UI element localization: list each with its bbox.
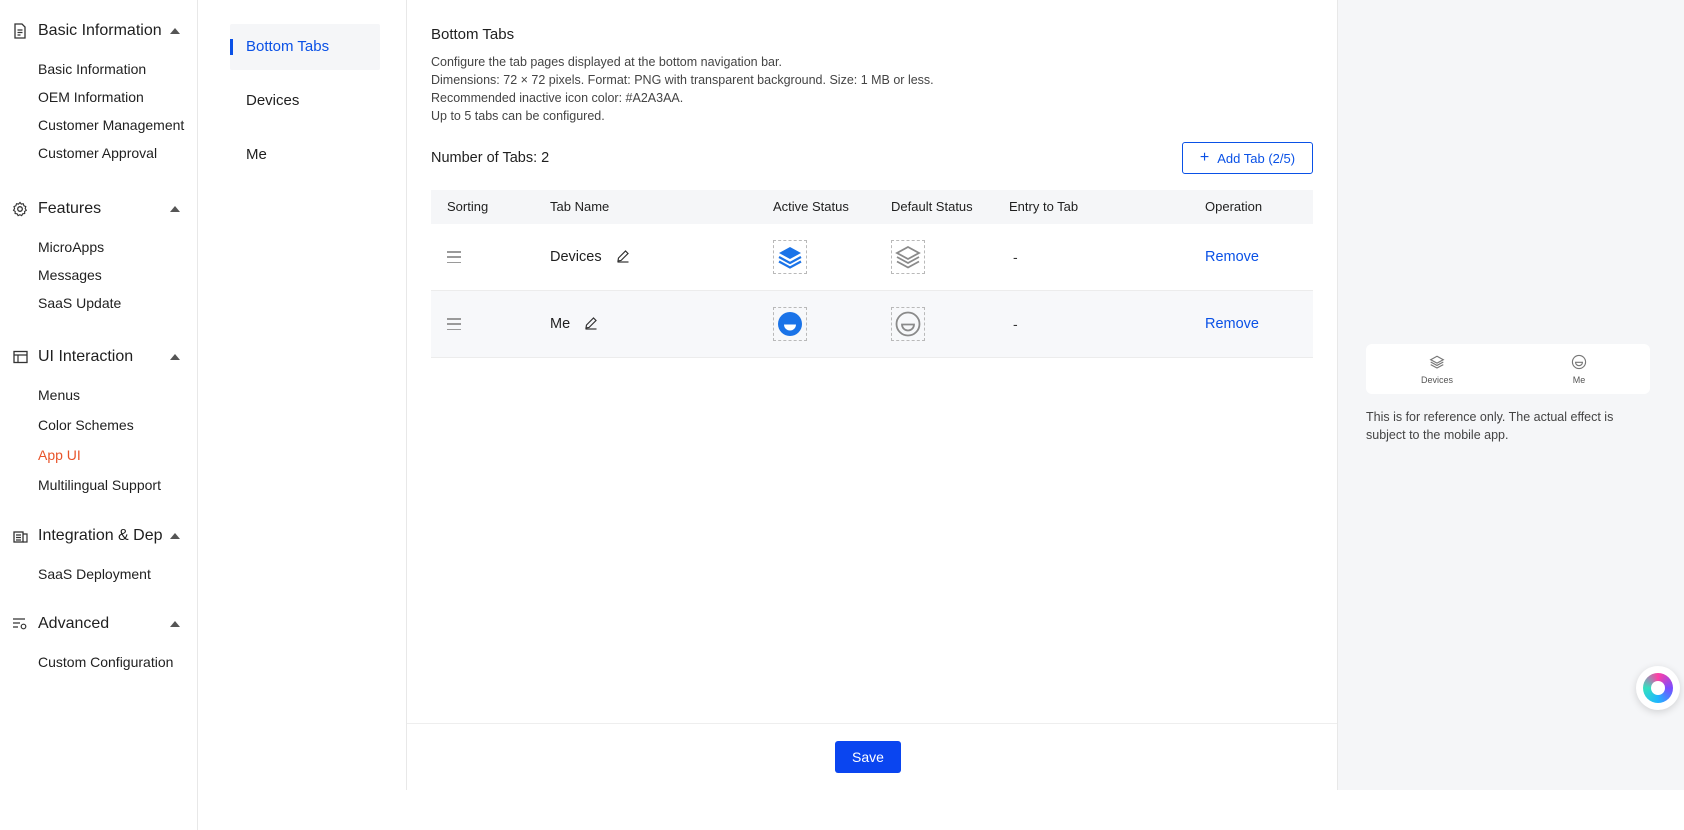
nav-item-color-schemes[interactable]: Color Schemes [38,415,134,435]
phone-tab-bar-preview: Devices Me [1366,344,1650,394]
entry-to-tab-cell: - [1013,224,1018,290]
nav-item-app-ui[interactable]: App UI [38,445,81,465]
sub-item-bottom-tabs[interactable]: Bottom Tabs [230,24,380,70]
nav-item-custom-configuration[interactable]: Custom Configuration [38,652,173,672]
nav-item-basic-information[interactable]: Basic Information [38,59,146,79]
column-header-sorting: Sorting [447,199,489,214]
description-line: Configure the tab pages displayed at the… [431,55,782,69]
column-header-operation: Operation [1205,199,1263,214]
entry-value: - [1013,316,1018,332]
sub-item-me[interactable]: Me [230,132,380,178]
tabs-table: Sorting Tab Name Active Status Default S… [431,190,1313,358]
add-tab-label: Add Tab (2/5) [1217,150,1296,166]
caret-up-icon [170,533,180,539]
column-header-active-status: Active Status [773,199,849,214]
preview-tab-label: Devices [1420,374,1453,385]
nav-group-basic-information[interactable]: Basic Information [12,19,180,43]
settings-list-icon [12,616,28,632]
entry-to-tab-cell: - [1013,291,1018,357]
table-row: Devices - Remove [431,224,1313,291]
preview-tab-label: Me [1572,374,1586,385]
nav-item-saas-update[interactable]: SaaS Update [38,293,121,313]
add-tab-button[interactable]: + Add Tab (2/5) [1182,142,1313,174]
caret-up-icon [170,354,180,360]
entry-value: - [1013,249,1018,265]
nav-item-microapps[interactable]: MicroApps [38,237,104,257]
sub-nav: Bottom Tabs Devices Me [198,0,406,830]
window-icon [12,349,28,365]
description-line: Up to 5 tabs can be configured. [431,109,605,123]
remove-button[interactable]: Remove [1205,316,1259,332]
tab-name: Devices [550,249,602,265]
nav-group-label: Basic Information [38,22,162,39]
document-icon [12,23,28,39]
smile-icon[interactable] [773,307,807,341]
remove-button[interactable]: Remove [1205,249,1259,265]
nav-group-label: Features [38,200,102,217]
preview-note: This is for reference only. The actual e… [1366,410,1614,442]
nav-item-menus[interactable]: Menus [38,385,80,405]
operation-cell: Remove [1205,291,1259,357]
drag-handle-icon[interactable] [447,224,461,290]
column-header-entry-to-tab: Entry to Tab [1009,199,1079,214]
nav-group-integration-deployment[interactable]: Integration & Dep... [12,524,180,548]
page-title: Bottom Tabs [431,26,515,43]
nav-group-label: UI Interaction [38,348,134,365]
caret-up-icon [170,206,180,212]
nav-item-customer-approval[interactable]: Customer Approval [38,143,157,163]
footer-bar: Save [407,723,1337,790]
nav-item-saas-deployment[interactable]: SaaS Deployment [38,564,151,584]
default-status-cell [891,291,925,357]
preview-tab-devices: Devices [1366,344,1508,394]
preview-tab-me: Me [1508,344,1650,394]
nav-group-label: Integration & Dep... [38,527,164,544]
caret-up-icon [170,28,180,34]
layers-icon[interactable] [773,240,807,274]
caret-up-icon [170,621,180,627]
tab-count-label: Number of Tabs: 2 [431,150,550,166]
smile-icon [1571,354,1587,373]
column-header-default-status: Default Status [891,199,973,214]
operation-cell: Remove [1205,224,1259,290]
table-row: Me - Remove [431,291,1313,358]
assistant-button[interactable] [1636,666,1680,710]
description-line: Recommended inactive icon color: #A2A3AA… [431,91,684,105]
nav-group-label: Advanced [38,615,110,632]
active-status-cell [773,224,807,290]
smile-icon[interactable] [891,307,925,341]
nav-group-ui-interaction[interactable]: UI Interaction [12,345,180,369]
drag-handle-icon[interactable] [447,291,461,357]
nav-item-messages[interactable]: Messages [38,265,102,285]
edit-pencil-icon[interactable] [616,249,630,266]
nav-group-features[interactable]: Features [12,197,180,221]
nav-item-multilingual-support[interactable]: Multilingual Support [38,475,161,495]
main-panel: Bottom Tabs Configure the tab pages disp… [406,0,1338,790]
integration-icon [12,528,28,544]
plus-icon: + [1199,149,1210,166]
nav-item-customer-management[interactable]: Customer Management [38,115,184,135]
tab-name-cell: Me [550,291,598,357]
assistant-orb-icon [1643,673,1673,703]
table-header: Sorting Tab Name Active Status Default S… [431,190,1313,224]
nav-item-oem-information[interactable]: OEM Information [38,87,144,107]
sub-item-devices[interactable]: Devices [230,78,380,124]
save-button[interactable]: Save [835,741,901,773]
layers-icon[interactable] [891,240,925,274]
gear-icon [12,201,28,217]
default-status-cell [891,224,925,290]
layers-icon [1429,354,1445,373]
description-line: Dimensions: 72 × 72 pixels. Format: PNG … [431,73,934,87]
tab-name-cell: Devices [550,224,630,290]
nav-group-advanced[interactable]: Advanced [12,612,180,636]
column-header-tab-name: Tab Name [550,199,610,214]
edit-pencil-icon[interactable] [584,316,598,333]
tab-name: Me [550,316,571,332]
left-nav: Basic Information Basic Information OEM … [0,0,198,830]
active-status-cell [773,291,807,357]
preview-panel: Devices Me This is for reference only. T… [1338,0,1684,790]
